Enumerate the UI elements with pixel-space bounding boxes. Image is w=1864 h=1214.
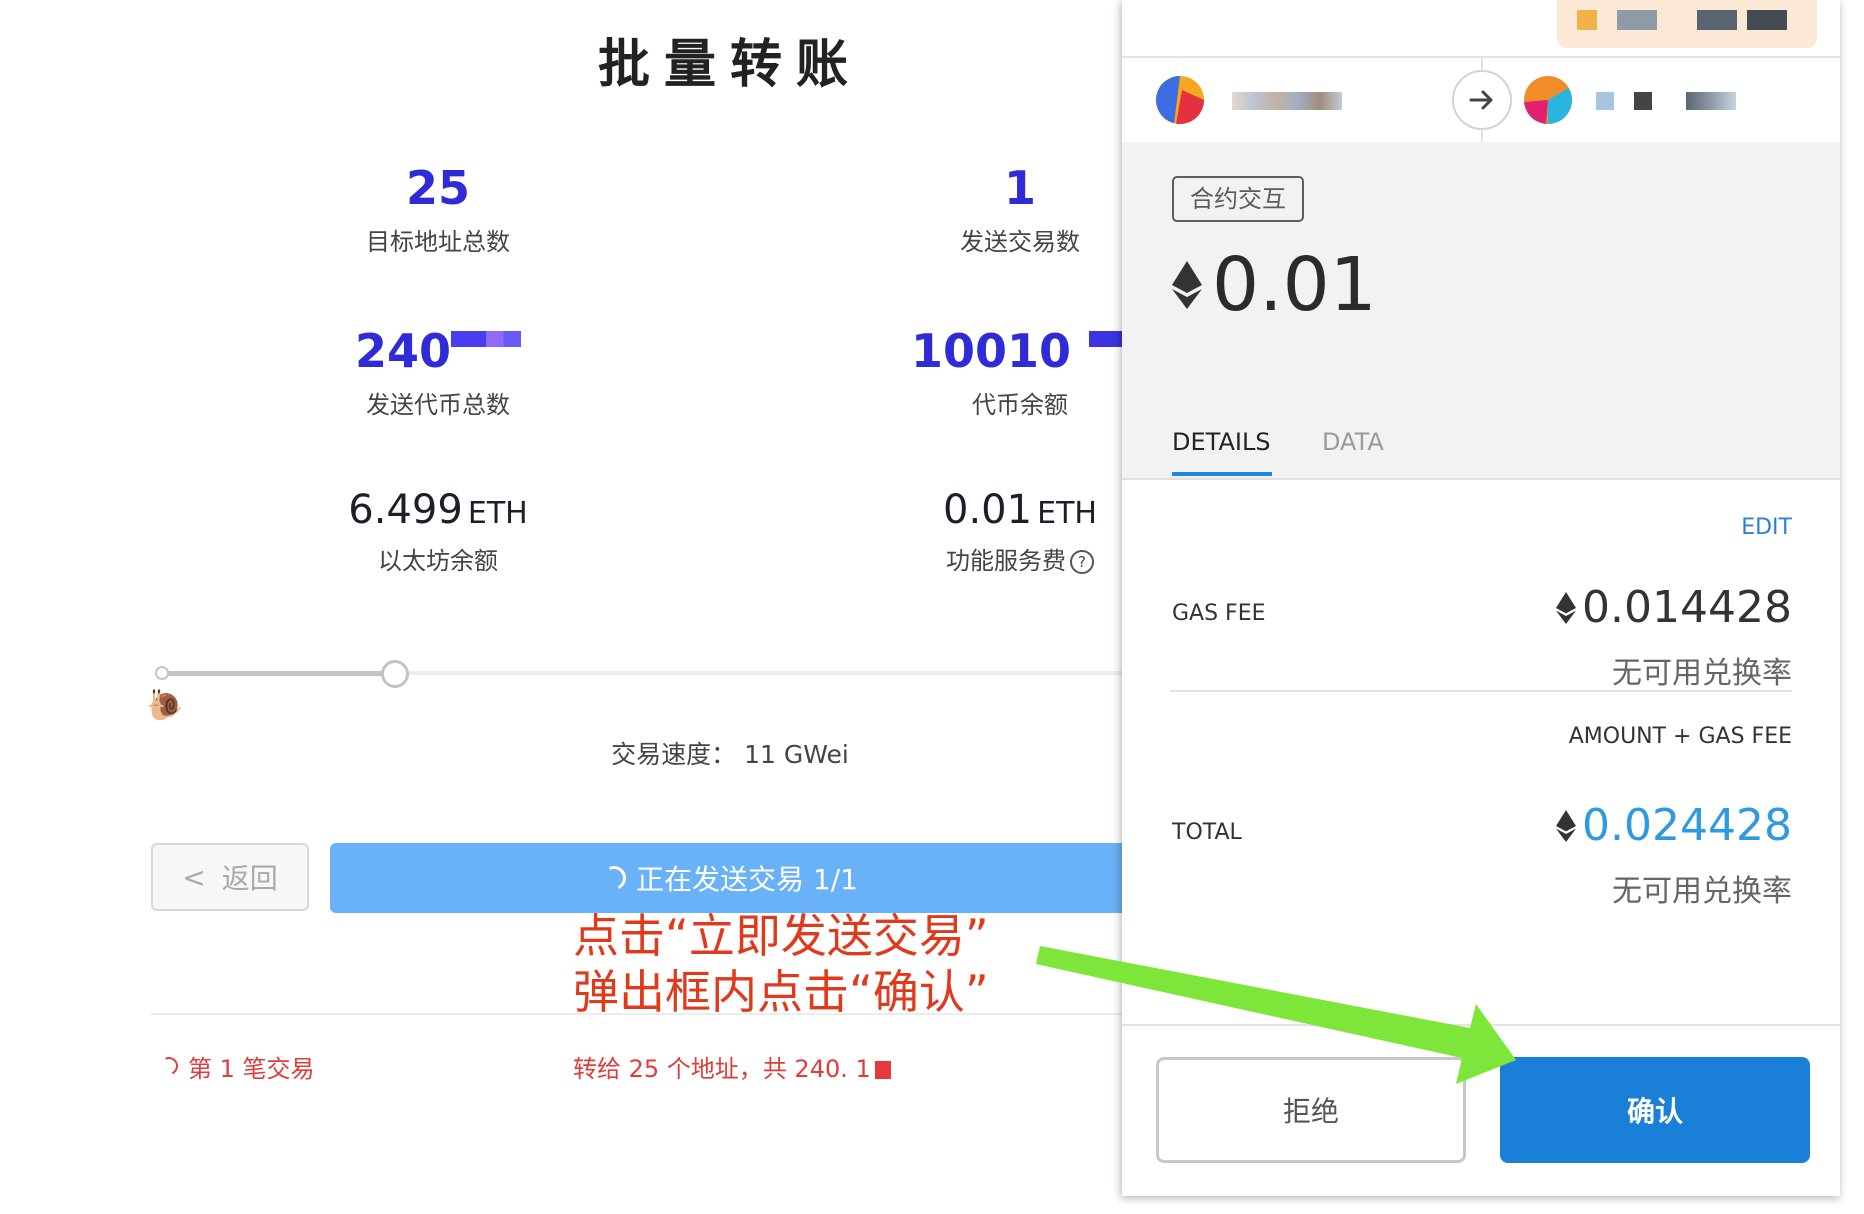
tx-row-detail-suffix: . 1: [840, 1055, 871, 1083]
gas-fee-value-row: 0.014428: [1556, 582, 1792, 633]
redacted-blur: [1596, 92, 1614, 110]
eth-icon: [1556, 809, 1577, 842]
account-row: [1122, 58, 1840, 144]
back-button-label: 返回: [221, 862, 278, 895]
total-value-row: 0.024428: [1556, 800, 1792, 851]
gas-fee-label: GAS FEE: [1172, 601, 1266, 626]
stat-label: 以太坊余额: [378, 547, 498, 575]
divider: [1170, 690, 1792, 692]
stat-value: 25: [405, 161, 470, 215]
metamask-confirm-popup: 合约交互 0.01 DETAILS DATA EDIT GAS FEE 0.01…: [1122, 0, 1840, 1196]
stat-unit: ETH: [467, 496, 528, 531]
help-icon[interactable]: ?: [1070, 550, 1094, 574]
stat-target-addresses: 25 目标地址总数: [208, 160, 668, 257]
reject-button[interactable]: 拒绝: [1156, 1057, 1466, 1163]
tab-data[interactable]: DATA: [1322, 428, 1384, 456]
transaction-summary: 合约交互 0.01 DETAILS DATA: [1122, 142, 1840, 480]
tx-row-label: 第 1 笔交易: [188, 1055, 315, 1083]
loading-spinner-icon: [157, 1054, 181, 1078]
redacted-blur: [1577, 10, 1597, 30]
redacted-blur: [1686, 92, 1736, 110]
active-tab-indicator: [1172, 472, 1272, 476]
redacted-blur: [1747, 10, 1787, 30]
gas-slider-handle[interactable]: [381, 660, 409, 688]
gas-fee-fiat: 无可用兑换率: [1612, 656, 1792, 691]
annotation-line-2: 弹出框内点击“确认”: [573, 965, 989, 1019]
stat-value: 10010: [910, 324, 1072, 378]
edit-gas-link[interactable]: EDIT: [1741, 515, 1792, 540]
transfer-arrow-icon: [1452, 70, 1512, 130]
network-indicator[interactable]: [1557, 0, 1817, 48]
stat-label: 发送代币总数: [366, 391, 510, 419]
stat-value: 240: [354, 324, 452, 378]
annotation-line-1: 点击“立即发送交易”: [573, 909, 989, 963]
amount-row: 0.01: [1172, 242, 1377, 328]
tx-type-badge: 合约交互: [1172, 176, 1304, 222]
send-button-label: 正在发送交易 1/1: [636, 863, 858, 896]
tx-row-index: 第 1 笔交易: [157, 1049, 315, 1084]
instruction-annotation: 点击“立即发送交易” 弹出框内点击“确认”: [573, 908, 989, 1020]
tx-amount: 0.01: [1212, 242, 1377, 328]
redacted-blur: [1634, 92, 1652, 110]
stat-label: 功能服务费: [946, 547, 1066, 575]
redacted-blur: [1232, 92, 1342, 110]
redacted-blur: [1697, 10, 1737, 30]
recipient-avatar-icon[interactable]: [1524, 76, 1572, 124]
batch-transfer-page: 批量转账 25 目标地址总数 1 发送交易数 240 发送代币总数 10010 …: [0, 0, 1150, 1214]
footer-divider: [1122, 1024, 1840, 1026]
tx-row-detail-text: 转给 25 个地址，共 240: [573, 1055, 841, 1083]
stat-value: 0.01: [943, 487, 1033, 533]
send-transaction-button[interactable]: 正在发送交易 1/1: [330, 843, 1130, 913]
sender-avatar-icon[interactable]: [1156, 76, 1204, 124]
gas-slider-start: [155, 666, 169, 680]
loading-spinner-icon: [598, 862, 630, 894]
back-button[interactable]: < 返回: [151, 843, 309, 911]
total-value: 0.024428: [1582, 800, 1792, 851]
tx-row-detail: 转给 25 个地址，共 240. 1: [573, 1049, 891, 1084]
divider: [151, 1013, 1131, 1015]
stat-tokens-total: 240 发送代币总数: [208, 323, 668, 420]
eth-icon: [1556, 591, 1577, 624]
gas-fee-value: 0.014428: [1582, 582, 1792, 633]
redacted-blur: [451, 331, 522, 347]
tab-details[interactable]: DETAILS: [1172, 428, 1271, 456]
snail-icon: 🐌: [146, 688, 184, 723]
stat-unit: ETH: [1037, 496, 1097, 531]
stat-label: 目标地址总数: [366, 228, 510, 256]
confirm-button[interactable]: 确认: [1500, 1057, 1810, 1163]
total-label: TOTAL: [1172, 820, 1242, 845]
redacted-blur: [1617, 10, 1657, 30]
stat-eth-balance: 6.499 ETH 以太坊余额: [208, 485, 668, 576]
stat-value: 6.499: [348, 487, 463, 533]
gas-slider-fill: [160, 671, 392, 676]
chevron-left-icon: <: [182, 860, 206, 894]
redacted-blur: [874, 1061, 891, 1079]
eth-icon: [1172, 261, 1202, 309]
stat-value-row: 240: [208, 323, 668, 379]
total-fiat: 无可用兑换率: [1612, 874, 1792, 909]
stat-value-row: 6.499 ETH: [208, 485, 668, 535]
total-caption: AMOUNT + GAS FEE: [1568, 724, 1792, 749]
